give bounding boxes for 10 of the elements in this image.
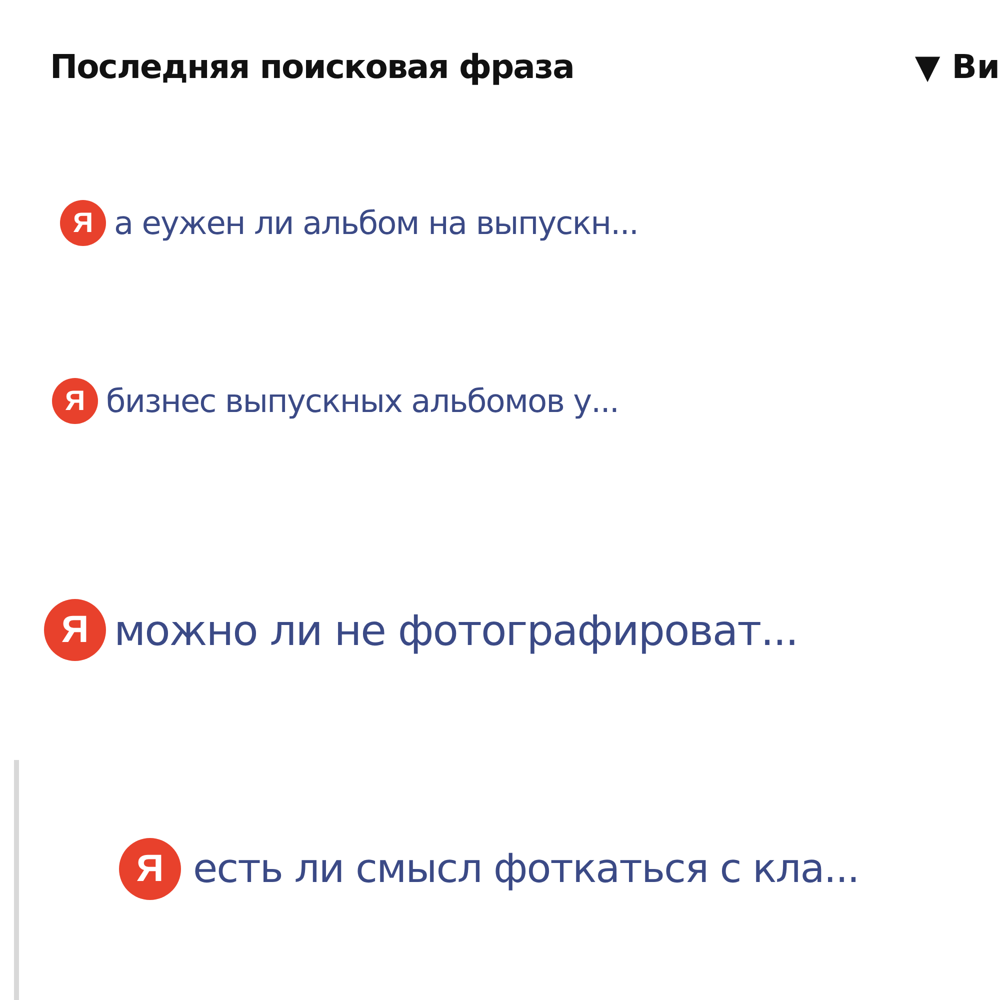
search-engine-icon: Я: [44, 599, 106, 661]
search-engine-icon: Я: [119, 838, 181, 900]
sort-link[interactable]: ▼ Ви: [914, 47, 1000, 86]
column-header: Последняя поисковая фраза: [50, 47, 574, 86]
search-engine-icon: Я: [52, 378, 98, 424]
search-engine-icon: Я: [60, 200, 106, 246]
search-phrase-link[interactable]: можно ли не фотографироват...: [114, 606, 798, 654]
search-phrase-link[interactable]: есть ли смысл фоткаться с кла...: [193, 846, 859, 892]
search-phrase-link[interactable]: а еужен ли альбом на выпускн...: [114, 204, 638, 242]
search-phrase-link[interactable]: бизнес выпускных альбомов у...: [106, 382, 619, 420]
